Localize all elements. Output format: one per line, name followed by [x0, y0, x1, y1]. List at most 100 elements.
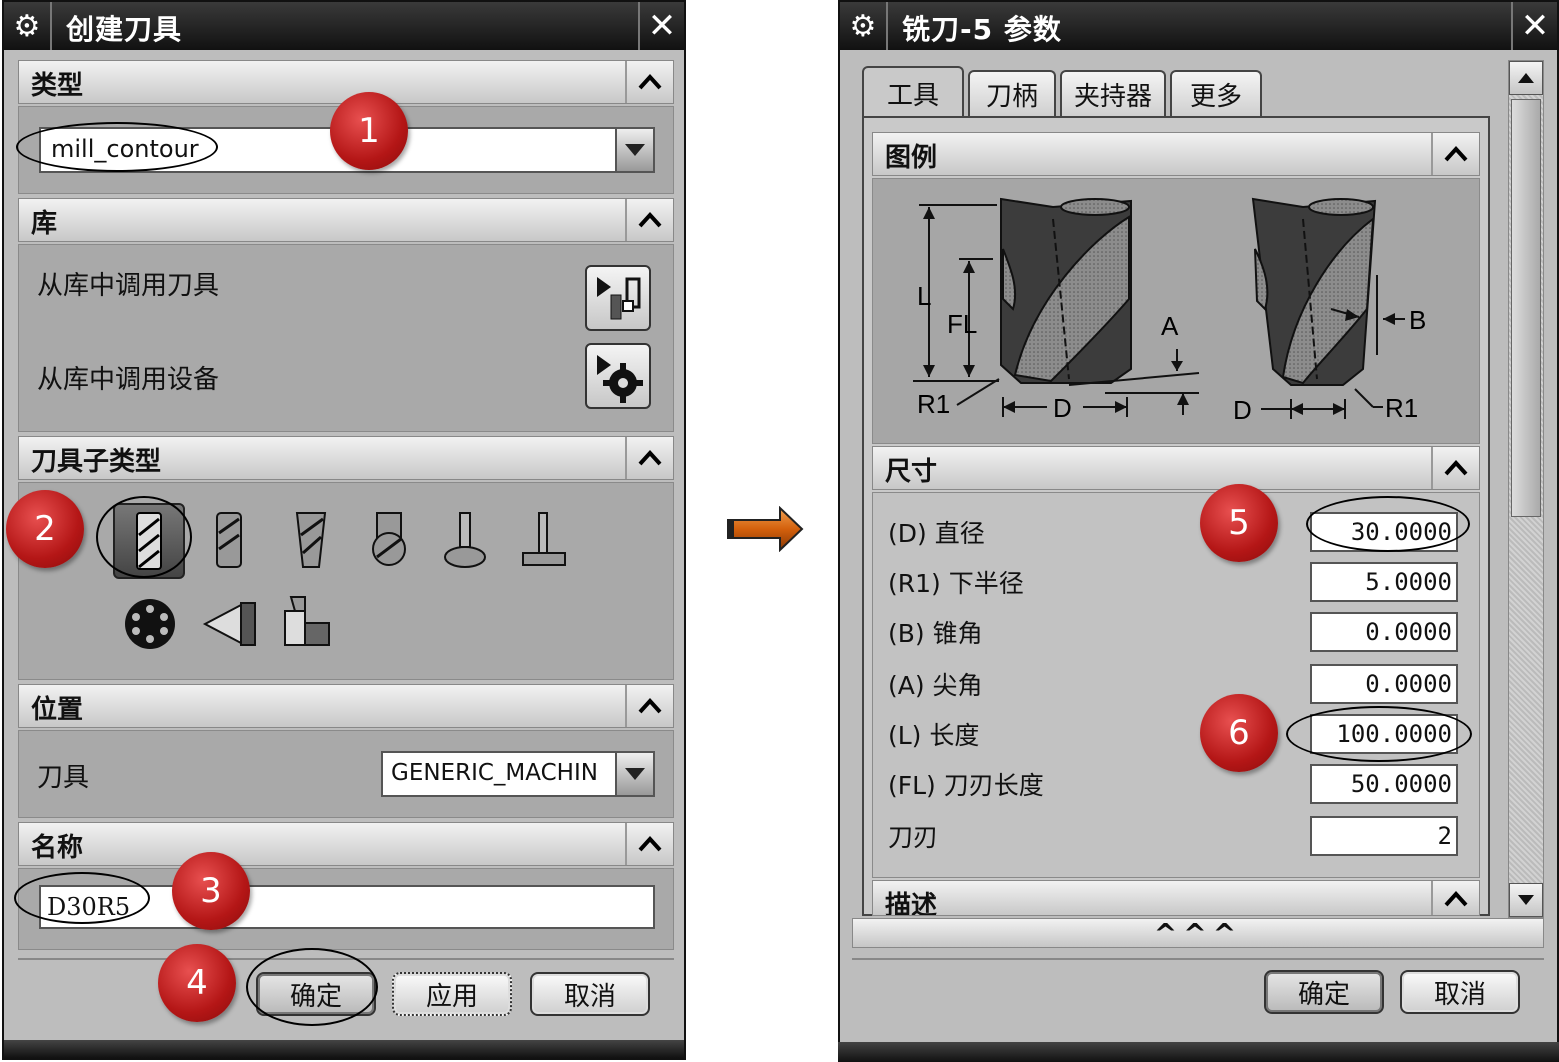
- location-tool-label: 刀具: [37, 763, 90, 793]
- section-name-title: 名称: [31, 833, 84, 863]
- section-description-title: 描述: [885, 891, 938, 916]
- param-flutes-input[interactable]: 2: [1310, 816, 1458, 856]
- step-marker-3: 3: [172, 852, 250, 930]
- scrollbar-thumb[interactable]: [1511, 99, 1541, 517]
- chamfer-mill-icon: [216, 512, 242, 568]
- diagram-label-B: B: [1409, 305, 1426, 335]
- vertical-scrollbar[interactable]: [1508, 60, 1544, 918]
- annotation-ellipse-length: [1286, 706, 1472, 762]
- scroll-down-icon[interactable]: [1509, 883, 1543, 917]
- chevron-up-icon[interactable]: [1431, 447, 1479, 489]
- section-library-header[interactable]: 库: [18, 198, 674, 242]
- collapse-bar[interactable]: ^^^: [852, 917, 1544, 950]
- retrieve-device-label: 从库中调用设备: [37, 365, 220, 395]
- button-separator: [852, 958, 1544, 960]
- annotation-ellipse-type: [16, 122, 218, 172]
- dialog-bottom-bar: [4, 1040, 684, 1058]
- dropdown-arrow-icon[interactable]: [615, 129, 653, 171]
- location-tool-value: GENERIC_MACHIN: [391, 760, 598, 786]
- diagram-label-D-right: D: [1233, 395, 1252, 425]
- section-subtype-title: 刀具子类型: [31, 447, 162, 477]
- title-bar[interactable]: ⚙ 创建刀具 ✕: [4, 2, 684, 50]
- chevron-up-icon[interactable]: [1431, 881, 1479, 915]
- section-legend-header[interactable]: 图例: [872, 132, 1480, 176]
- close-icon[interactable]: ✕: [638, 2, 684, 50]
- tab-holder[interactable]: 夹持器: [1060, 70, 1166, 116]
- retrieve-tool-label: 从库中调用刀具: [37, 271, 220, 301]
- scroll-up-icon[interactable]: [1509, 61, 1543, 95]
- annotation-ellipse-diameter: [1306, 496, 1470, 552]
- param-flutes-label: 刀刃: [888, 823, 939, 852]
- diagram-label-FL: FL: [947, 309, 977, 339]
- location-tool-combobox[interactable]: GENERIC_MACHIN: [381, 751, 655, 797]
- section-name-header[interactable]: 名称: [18, 822, 674, 866]
- close-icon[interactable]: ✕: [1511, 2, 1557, 50]
- ball-mill-icon: [372, 512, 406, 566]
- apply-button[interactable]: 应用: [392, 972, 512, 1016]
- param-lower-radius-input[interactable]: 5.0000: [1310, 562, 1458, 602]
- taper-mill-icon: [295, 512, 327, 568]
- diagram-label-D-left: D: [1053, 393, 1072, 423]
- head-device-icon: [284, 596, 330, 646]
- library-tool-icon: [597, 277, 641, 320]
- annotation-ellipse-name: [14, 872, 150, 924]
- param-flute-length-input[interactable]: 50.0000: [1310, 764, 1458, 804]
- step-marker-2: 2: [6, 490, 84, 568]
- barrel-cutter-icon: [522, 512, 566, 566]
- tab-tool[interactable]: 工具: [862, 66, 964, 118]
- chevron-up-icon[interactable]: [625, 199, 673, 241]
- tab-shank[interactable]: 刀柄: [968, 70, 1056, 116]
- step-marker-4: 4: [158, 944, 236, 1022]
- section-description-header[interactable]: 描述: [872, 880, 1480, 916]
- section-legend-body: L FL R1 D A B D R1: [872, 178, 1480, 444]
- dropdown-arrow-icon[interactable]: [615, 753, 653, 795]
- param-tip-angle-input[interactable]: 0.0000: [1310, 664, 1458, 704]
- collapse-chevrons-icon: ^^^: [1153, 917, 1243, 950]
- param-diameter-label: (D) 直径: [888, 519, 985, 548]
- section-legend-title: 图例: [885, 143, 938, 173]
- step-marker-6: 6: [1200, 694, 1278, 772]
- diagram-label-R1-left: R1: [917, 389, 950, 419]
- section-type-header[interactable]: 类型: [18, 60, 674, 104]
- section-type-title: 类型: [31, 71, 84, 101]
- library-device-icon: [597, 355, 643, 403]
- chevron-up-icon[interactable]: [625, 437, 673, 479]
- annotation-ellipse-subtype: [96, 496, 192, 578]
- param-lower-radius-label: (R1) 下半径: [888, 569, 1024, 598]
- gear-icon[interactable]: ⚙: [840, 2, 888, 50]
- cancel-button[interactable]: 取消: [530, 972, 650, 1016]
- diagram-label-R1-right: R1: [1385, 393, 1418, 423]
- tool-holder-icon: [202, 602, 256, 646]
- param-tip-angle-label: (A) 尖角: [888, 671, 983, 700]
- title-bar[interactable]: ⚙ 铣刀-5 参数 ✕: [840, 2, 1557, 50]
- retrieve-tool-from-library-button[interactable]: [585, 265, 651, 331]
- ok-button[interactable]: 确定: [1264, 970, 1384, 1014]
- dialog-bottom-bar: [838, 1042, 1559, 1062]
- tab-more[interactable]: 更多: [1170, 70, 1262, 116]
- section-location-title: 位置: [31, 695, 84, 725]
- t-slot-cutter-icon: [444, 512, 486, 568]
- section-location-header[interactable]: 位置: [18, 684, 674, 728]
- section-library-body: 从库中调用刀具 从库中调用设备: [18, 244, 674, 432]
- chevron-up-icon[interactable]: [625, 823, 673, 865]
- right-arrow-icon: [727, 506, 804, 552]
- section-library-title: 库: [31, 209, 58, 239]
- retrieve-device-from-library-button[interactable]: [585, 343, 651, 409]
- step-marker-1: 1: [330, 92, 408, 170]
- chevron-up-icon[interactable]: [625, 685, 673, 727]
- dialog-title: 铣刀-5 参数: [902, 13, 1062, 46]
- step-marker-5: 5: [1200, 484, 1278, 562]
- tool-dimension-diagram: L FL R1 D A B D R1: [913, 197, 1426, 425]
- param-length-label: (L) 长度: [888, 721, 980, 750]
- section-dimensions-header[interactable]: 尺寸: [872, 446, 1480, 490]
- param-taper-angle-label: (B) 锥角: [888, 619, 983, 648]
- param-taper-angle-input[interactable]: 0.0000: [1310, 612, 1458, 652]
- annotation-ellipse-ok: [246, 948, 378, 1026]
- cancel-button[interactable]: 取消: [1400, 970, 1520, 1014]
- section-subtype-header[interactable]: 刀具子类型: [18, 436, 674, 480]
- chevron-up-icon[interactable]: [625, 61, 673, 103]
- gear-icon[interactable]: ⚙: [4, 2, 52, 50]
- param-flute-length-label: (FL) 刀刃长度: [888, 771, 1044, 800]
- chevron-up-icon[interactable]: [1431, 133, 1479, 175]
- thread-mill-icon: [125, 599, 175, 649]
